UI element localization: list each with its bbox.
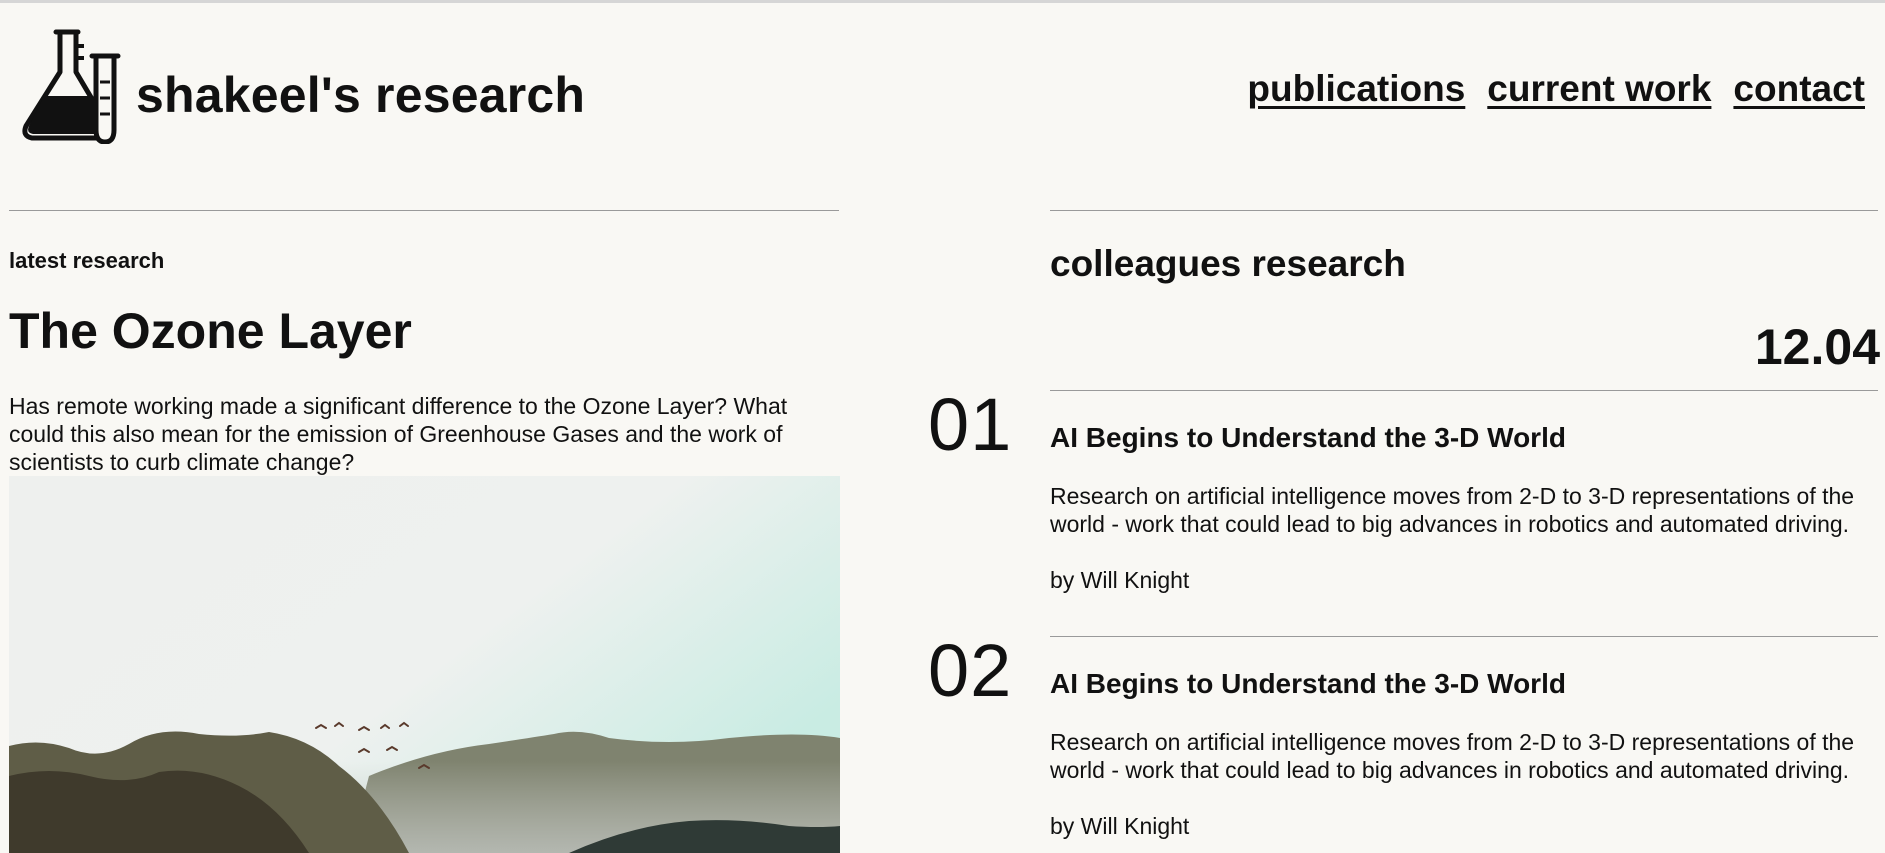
main-nav: publications current work contact	[1247, 68, 1865, 110]
item-divider	[1050, 390, 1878, 391]
item-title[interactable]: AI Begins to Understand the 3-D World	[1050, 668, 1566, 700]
feature-image-landscape[interactable]	[9, 476, 840, 853]
item-number: 01	[928, 383, 1013, 466]
item-description: Research on artificial intelligence move…	[1050, 729, 1855, 783]
colleagues-heading: colleagues research	[1050, 243, 1406, 284]
flask-logo-icon[interactable]	[22, 26, 126, 145]
nav-link-current-work[interactable]: current work	[1487, 68, 1711, 110]
item-author[interactable]: by Will Knight	[1050, 812, 1870, 840]
nav-link-publications[interactable]: publications	[1247, 68, 1465, 110]
section-label: latest research	[9, 248, 165, 273]
item-description: Research on artificial intelligence move…	[1050, 483, 1855, 537]
site-title[interactable]: shakeel's research	[136, 66, 585, 124]
left-divider	[9, 210, 839, 211]
nav-link-contact[interactable]: contact	[1733, 68, 1865, 110]
right-divider	[1050, 210, 1878, 211]
feature-description: Has remote working made a significant di…	[9, 393, 788, 475]
feature-title[interactable]: The Ozone Layer	[9, 302, 412, 360]
item-title[interactable]: AI Begins to Understand the 3-D World	[1050, 422, 1566, 454]
date-stamp: 12.04	[1754, 319, 1880, 375]
item-author[interactable]: by Will Knight	[1050, 566, 1870, 594]
item-number: 02	[928, 629, 1013, 712]
top-border	[0, 0, 1885, 3]
item-divider	[1050, 636, 1878, 637]
